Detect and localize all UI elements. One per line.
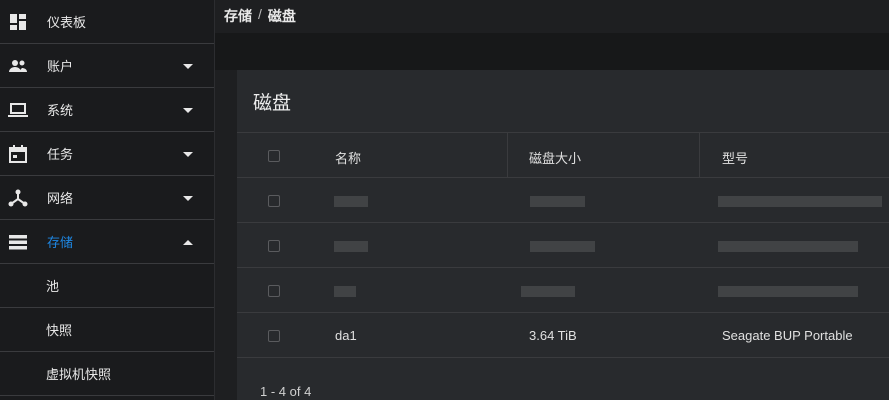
chevron-down-icon xyxy=(183,195,193,201)
chevron-down-icon xyxy=(183,151,193,157)
chevron-up-icon xyxy=(183,239,193,245)
column-header-name[interactable]: 名称 xyxy=(335,148,361,167)
sidebar-subitem-vm-snapshots[interactable]: 虚拟机快照 xyxy=(0,352,214,396)
sidebar-item-storage[interactable]: 存储 xyxy=(0,220,214,264)
table-row[interactable] xyxy=(237,268,889,313)
column-divider xyxy=(699,133,700,178)
table-row[interactable] xyxy=(237,223,889,268)
sidebar: 仪表板 账户 系统 任务 网络 存储 池 快照 虚拟机快照 xyxy=(0,0,215,400)
redacted-name xyxy=(334,241,368,252)
sidebar-subitem-snapshots[interactable]: 快照 xyxy=(0,308,214,352)
sidebar-item-label: 存储 xyxy=(47,235,74,250)
redacted-size xyxy=(530,196,585,207)
chevron-down-icon xyxy=(183,63,193,69)
sidebar-subitem-label: 池 xyxy=(46,279,60,294)
column-header-size[interactable]: 磁盘大小 xyxy=(529,148,581,167)
table-row[interactable]: da1 3.64 TiB Seagate BUP Portable xyxy=(237,313,889,358)
row-checkbox[interactable] xyxy=(268,240,280,252)
storage-icon xyxy=(9,235,27,250)
pagination-summary: 1 - 4 of 4 xyxy=(260,384,312,399)
sidebar-subitem-label: 虚拟机快照 xyxy=(46,367,112,382)
redacted-name xyxy=(334,196,368,207)
breadcrumb: 存储 / 磁盘 xyxy=(224,6,296,26)
redacted-model xyxy=(718,241,858,252)
table-header: 名称 磁盘大小 型号 xyxy=(237,132,889,178)
page-header-band xyxy=(215,33,889,70)
sidebar-item-label: 仪表板 xyxy=(47,15,87,30)
breadcrumb-parent[interactable]: 存储 xyxy=(224,6,252,26)
column-header-model[interactable]: 型号 xyxy=(722,148,748,167)
redacted-model xyxy=(718,286,858,297)
cell-size: 3.64 TiB xyxy=(529,328,577,343)
users-icon xyxy=(9,60,27,72)
sidebar-item-accounts[interactable]: 账户 xyxy=(0,44,214,88)
cell-name: da1 xyxy=(335,328,357,343)
sidebar-item-label: 任务 xyxy=(47,147,74,162)
laptop-icon xyxy=(8,103,28,117)
network-icon xyxy=(8,189,28,207)
sidebar-item-label: 网络 xyxy=(47,191,74,206)
column-divider xyxy=(507,133,508,178)
sidebar-item-label: 账户 xyxy=(47,59,74,74)
breadcrumb-separator: / xyxy=(258,6,262,22)
row-checkbox[interactable] xyxy=(268,195,280,207)
redacted-name xyxy=(334,286,356,297)
sidebar-subitem-label: 快照 xyxy=(46,323,73,338)
cell-model: Seagate BUP Portable xyxy=(722,328,853,343)
redacted-model xyxy=(718,196,882,207)
table-row[interactable] xyxy=(237,178,889,223)
sidebar-subitem-pools[interactable]: 池 xyxy=(0,264,214,308)
sidebar-item-network[interactable]: 网络 xyxy=(0,176,214,220)
breadcrumb-current: 磁盘 xyxy=(267,8,296,24)
disks-card: 磁盘 名称 磁盘大小 型号 da1 3.64 TiB Seagate BUP P… xyxy=(237,70,889,400)
row-checkbox[interactable] xyxy=(268,285,280,297)
redacted-size xyxy=(521,286,575,297)
sidebar-item-dashboard[interactable]: 仪表板 xyxy=(0,0,214,44)
card-title: 磁盘 xyxy=(253,93,292,114)
calendar-icon xyxy=(9,145,27,163)
dashboard-icon xyxy=(10,14,26,30)
sidebar-item-label: 系统 xyxy=(47,103,74,118)
row-checkbox[interactable] xyxy=(268,330,280,342)
sidebar-item-tasks[interactable]: 任务 xyxy=(0,132,214,176)
chevron-down-icon xyxy=(183,107,193,113)
select-all-checkbox[interactable] xyxy=(268,150,280,162)
redacted-size xyxy=(530,241,595,252)
sidebar-item-system[interactable]: 系统 xyxy=(0,88,214,132)
